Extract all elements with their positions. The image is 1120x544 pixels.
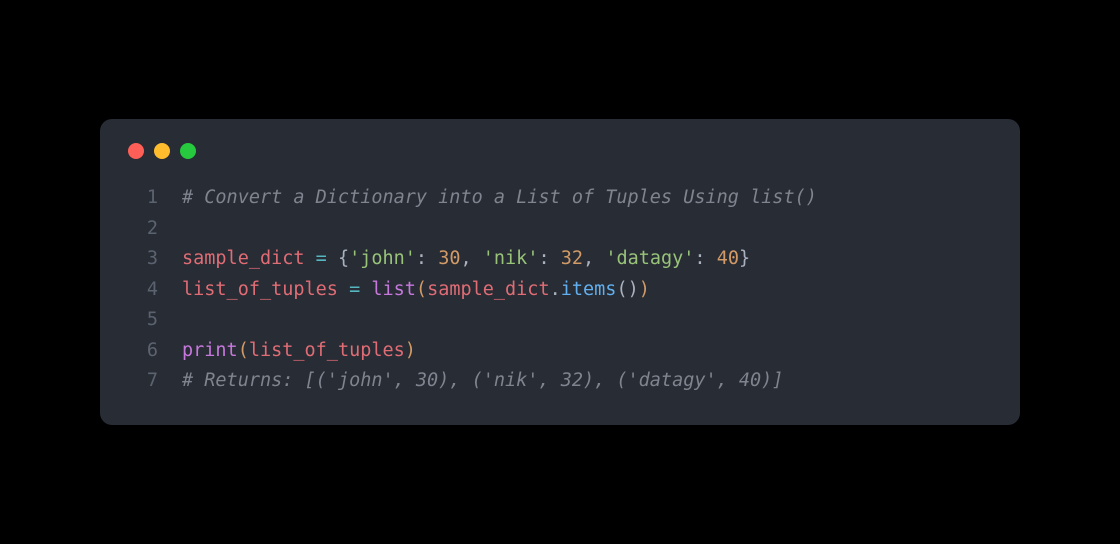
code-line: 5 <box>128 305 992 336</box>
line-number: 2 <box>128 214 158 245</box>
code-token: list <box>371 279 416 300</box>
maximize-icon[interactable] <box>180 143 196 159</box>
code-token: : <box>416 248 438 269</box>
code-token: ) <box>405 340 416 361</box>
line-number: 5 <box>128 305 158 336</box>
code-token: , <box>460 248 482 269</box>
code-line: 6 print(list_of_tuples) <box>128 336 992 367</box>
code-token: list_of_tuples <box>182 279 338 300</box>
line-number: 7 <box>128 366 158 397</box>
code-token: ( <box>238 340 249 361</box>
code-token: 'john' <box>349 248 416 269</box>
code-token: , <box>583 248 605 269</box>
code-line: 2 <box>128 214 992 245</box>
code-line: 7 # Returns: [('john', 30), ('nik', 32), … <box>128 366 992 397</box>
line-content <box>182 214 992 245</box>
code-line: 1 # Convert a Dictionary into a List of T… <box>128 183 992 214</box>
code-token: sample_dict <box>182 248 305 269</box>
code-window: 1 # Convert a Dictionary into a List of T… <box>100 119 1020 425</box>
code-token: sample_dict <box>427 279 550 300</box>
code-token: 'datagy' <box>605 248 694 269</box>
code-line: 4 list_of_tuples = list(sample_dict.items… <box>128 275 992 306</box>
code-token: ( <box>416 279 427 300</box>
minimize-icon[interactable] <box>154 143 170 159</box>
code-token: 'nik' <box>483 248 539 269</box>
code-token: : <box>538 248 560 269</box>
line-content: # Returns: [('john', 30), ('nik', 32), (… <box>182 366 992 397</box>
window-controls <box>100 143 1020 183</box>
code-token: items <box>561 279 617 300</box>
code-token: 30 <box>438 248 460 269</box>
code-token: ) <box>639 279 650 300</box>
line-content: print(list_of_tuples) <box>182 336 992 367</box>
code-token: () <box>616 279 638 300</box>
line-number: 4 <box>128 275 158 306</box>
code-token: : <box>694 248 716 269</box>
code-content: 1 # Convert a Dictionary into a List of T… <box>100 183 1020 397</box>
code-token: list_of_tuples <box>249 340 405 361</box>
code-token: 40 <box>717 248 739 269</box>
code-token: { <box>327 248 349 269</box>
line-number: 1 <box>128 183 158 214</box>
line-content <box>182 305 992 336</box>
code-line: 3 sample_dict = {'john': 30, 'nik': 32, '… <box>128 244 992 275</box>
line-content: sample_dict = {'john': 30, 'nik': 32, 'd… <box>182 244 992 275</box>
line-number: 6 <box>128 336 158 367</box>
close-icon[interactable] <box>128 143 144 159</box>
line-content: # Convert a Dictionary into a List of Tu… <box>182 183 992 214</box>
line-number: 3 <box>128 244 158 275</box>
code-token: = <box>316 248 327 269</box>
line-content: list_of_tuples = list(sample_dict.items(… <box>182 275 992 306</box>
code-token: # Returns: [('john', 30), ('nik', 32), (… <box>182 370 783 391</box>
code-token: # Convert a Dictionary into a List of Tu… <box>182 187 817 208</box>
code-token <box>305 248 316 269</box>
code-token: print <box>182 340 238 361</box>
code-token: } <box>739 248 750 269</box>
code-token: . <box>550 279 561 300</box>
code-token <box>338 279 349 300</box>
code-token: = <box>349 279 360 300</box>
code-token <box>360 279 371 300</box>
code-token: 32 <box>561 248 583 269</box>
